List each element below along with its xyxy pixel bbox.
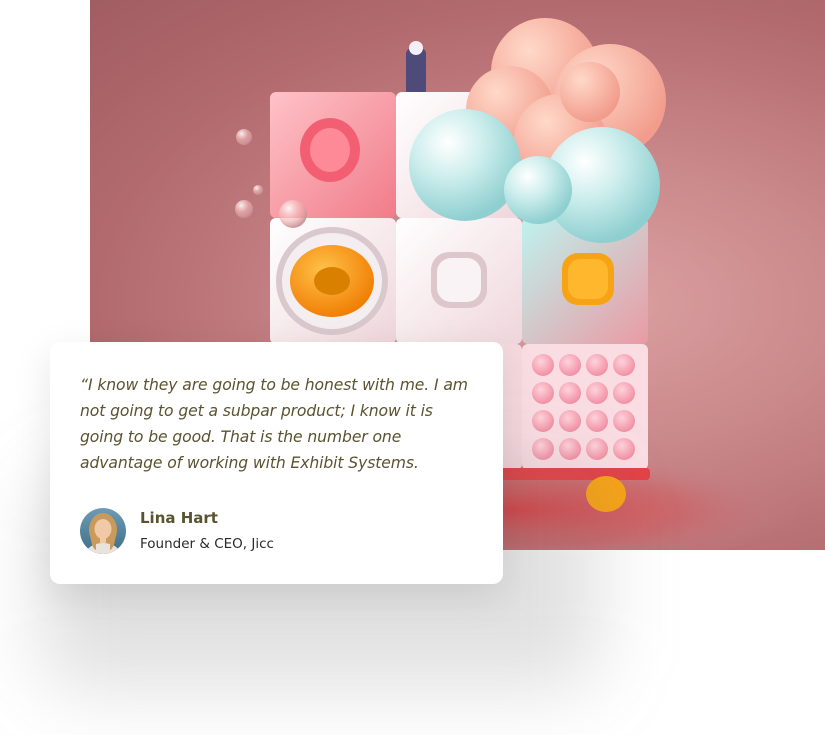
testimonial-card: “I know they are going to be honest with… (50, 342, 503, 584)
author-role: Founder & CEO, Jicc (140, 536, 274, 552)
testimonial-section: “I know they are going to be honest with… (0, 0, 825, 735)
testimonial-quote: “I know they are going to be honest with… (80, 376, 468, 472)
author-name: Lina Hart (140, 509, 218, 527)
author-avatar (80, 508, 126, 554)
